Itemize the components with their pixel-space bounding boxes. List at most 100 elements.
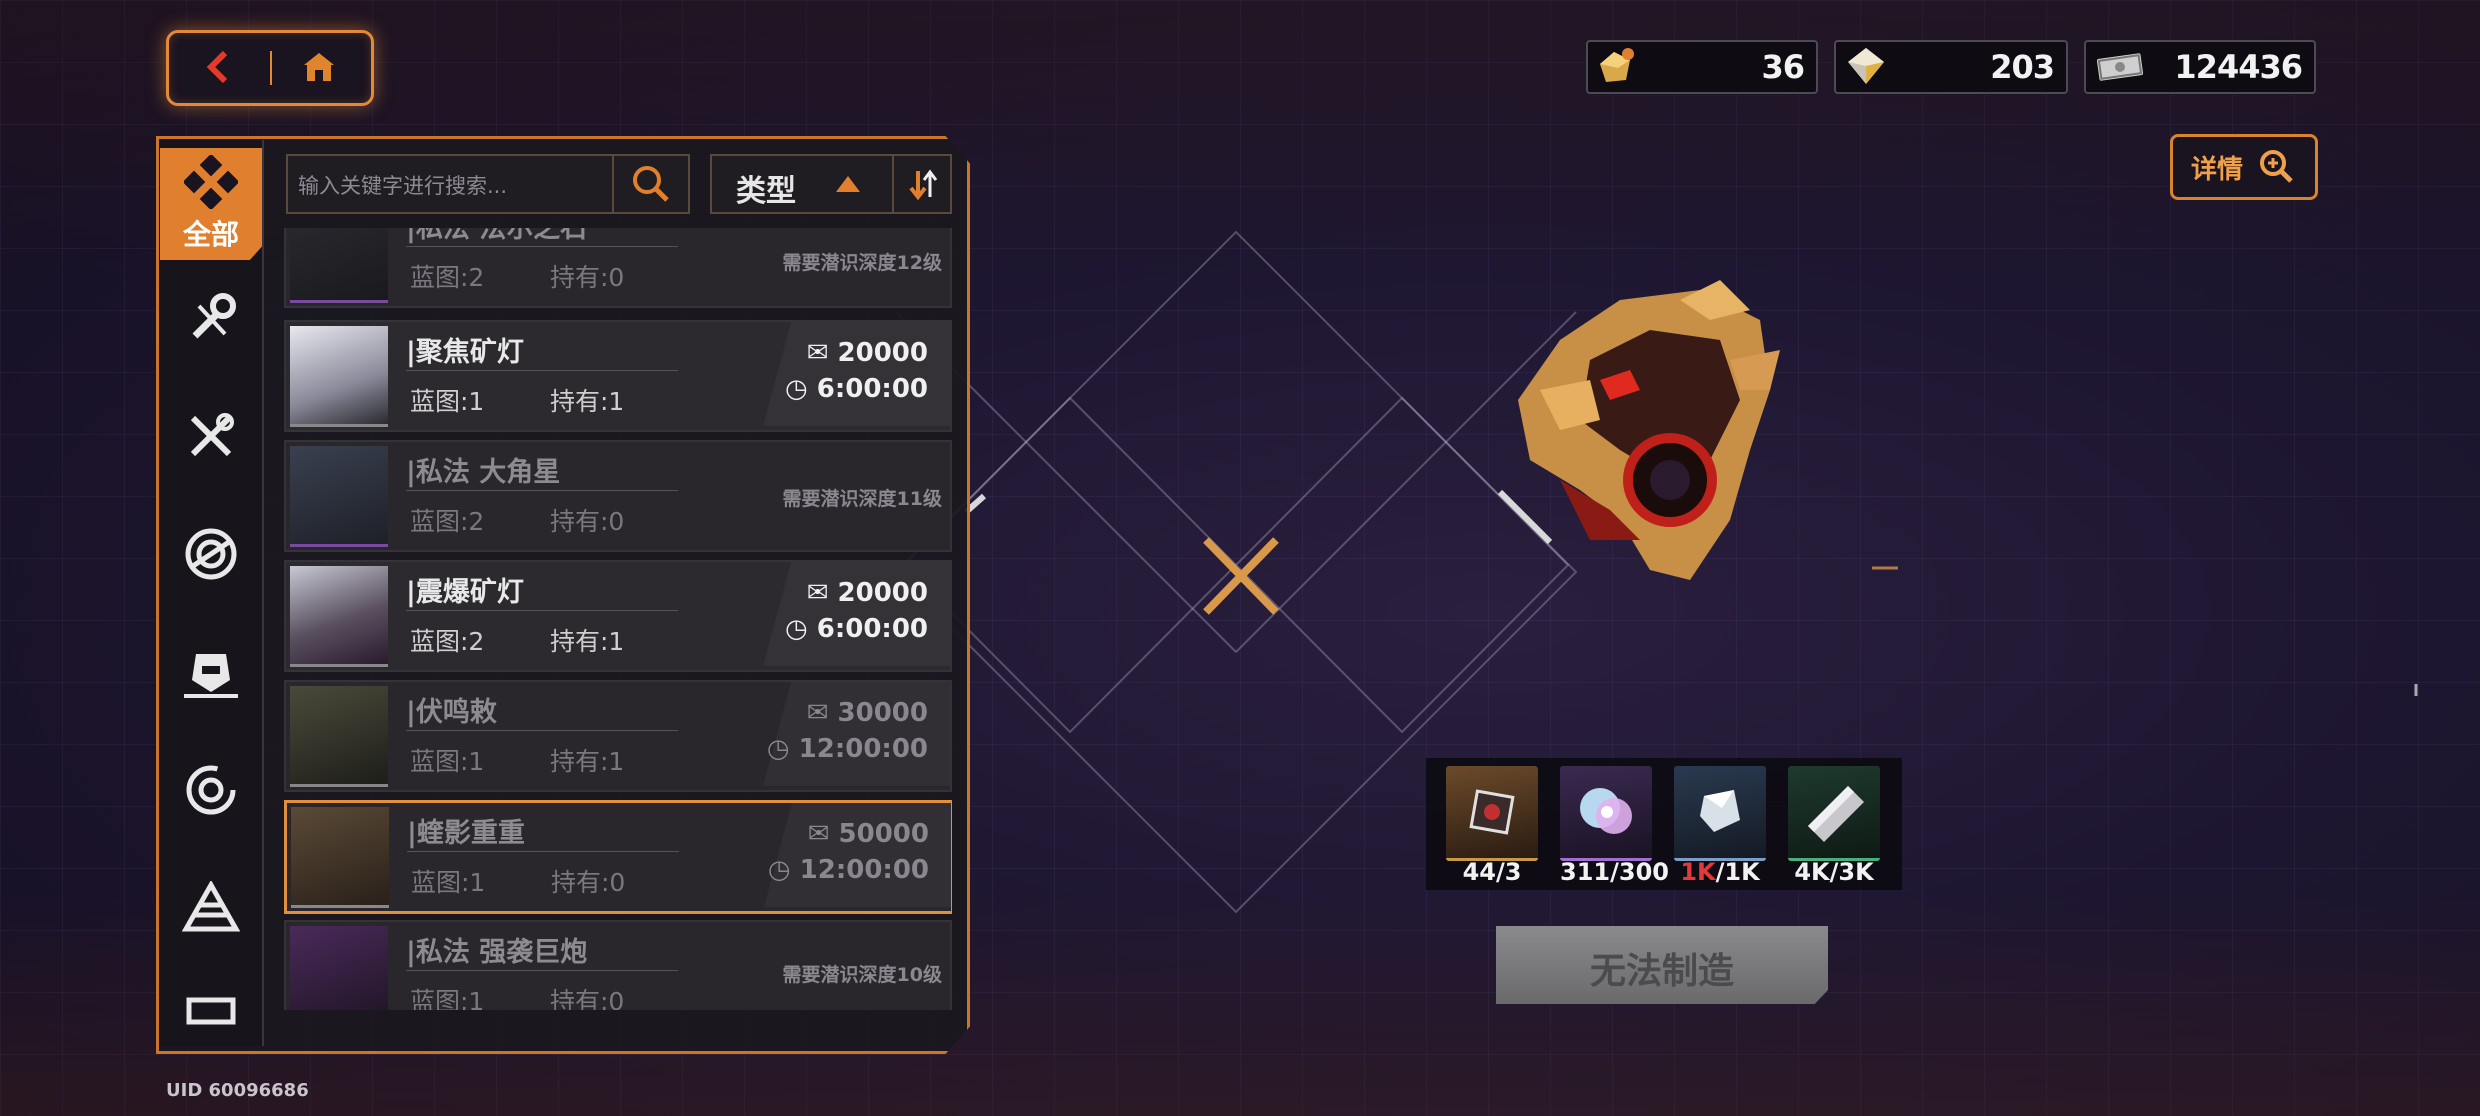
- back-button[interactable]: [189, 45, 249, 89]
- item-blueprint-count: 蓝图:1: [410, 387, 485, 416]
- search-button[interactable]: [612, 156, 688, 212]
- wrench-icon: [192, 293, 236, 339]
- item-blueprint-count: 蓝图:1: [411, 868, 486, 897]
- category-helmet[interactable]: [160, 622, 262, 722]
- item-owned-count: 持有:1: [550, 627, 625, 656]
- item-thumbnail: [290, 566, 388, 667]
- item-thumbnail: [291, 807, 389, 908]
- material-count: 311/300: [1560, 858, 1669, 886]
- spiral-icon: [186, 765, 236, 815]
- item-cost: ✉ 20000: [806, 578, 928, 608]
- details-label: 详情: [2191, 155, 2244, 185]
- currency-crystal[interactable]: 203: [1834, 40, 2068, 94]
- type-filter-dropdown[interactable]: 类型: [710, 154, 952, 214]
- craft-button-label: 无法制造: [1589, 951, 1734, 992]
- material-slot[interactable]: 4K/3K: [1788, 766, 1880, 886]
- home-icon: [304, 53, 334, 81]
- material-disc-icon: [1560, 766, 1652, 861]
- weapon-preview-image: [1518, 280, 1780, 580]
- material-slot[interactable]: 1K/1K: [1674, 766, 1766, 886]
- category-all-label: 全部: [182, 218, 239, 251]
- category-hazard[interactable]: [160, 858, 262, 958]
- item-owned-count: 持有:1: [550, 747, 625, 776]
- item-owned-count: 持有:1: [550, 387, 625, 416]
- sort-button[interactable]: [892, 156, 952, 212]
- material-count: 44/3: [1462, 858, 1522, 886]
- category-all[interactable]: 全部: [160, 148, 262, 260]
- currency-banknote[interactable]: 124436: [2084, 40, 2316, 94]
- currency-gem-badge[interactable]: 36: [1586, 40, 1818, 94]
- helmet-icon: [184, 654, 238, 698]
- item-name: |伏鸣敕: [406, 697, 497, 728]
- item-requirement: 需要潜识深度11级: [782, 488, 942, 510]
- materials-panel: 44/3 311/300 1K/1K 4K/3K: [1426, 758, 1902, 890]
- item-cost: ✉ 20000: [806, 338, 928, 368]
- item-cost: ✉ 50000: [807, 819, 929, 849]
- material-chip-icon: [1446, 766, 1538, 861]
- list-item[interactable]: |私法 法尔之石 蓝图:2 持有:0 需要潜识深度12级: [284, 228, 952, 308]
- search-input[interactable]: 输入关键字进行搜索...: [298, 170, 507, 200]
- item-name: |私法 法尔之石: [406, 228, 588, 244]
- zoom-in-icon: [2260, 150, 2293, 183]
- search-field[interactable]: 输入关键字进行搜索...: [286, 154, 690, 214]
- material-sheet-icon: [1788, 766, 1880, 861]
- item-owned-count: 持有:0: [550, 987, 625, 1010]
- item-name: |私法 大角星: [406, 457, 561, 488]
- material-slot[interactable]: 44/3: [1446, 766, 1538, 886]
- item-name: |聚焦矿灯: [406, 337, 524, 368]
- item-owned-count: 持有:0: [551, 868, 626, 897]
- item-craft-time: ◷ 12:00:00: [766, 734, 928, 764]
- item-blueprint-count: 蓝图:2: [410, 507, 485, 536]
- sort-arrows-icon: [909, 169, 938, 201]
- banknote-icon: ✉: [806, 698, 838, 728]
- type-filter-label: 类型: [736, 174, 796, 209]
- category-wrench[interactable]: [160, 268, 262, 368]
- category-box[interactable]: [160, 976, 262, 1046]
- list-item[interactable]: |震爆矿灯 蓝图:2 持有:1 ✉ 20000 ◷ 6:00:00: [284, 560, 952, 672]
- home-button[interactable]: [289, 45, 349, 89]
- banknote-icon: ✉: [806, 578, 838, 608]
- item-craft-time: ◷ 6:00:00: [785, 374, 928, 404]
- item-craft-time: ◷ 6:00:00: [785, 614, 928, 644]
- item-craft-time: ◷ 12:00:00: [767, 855, 929, 885]
- blueprint-list[interactable]: |私法 法尔之石 蓝图:2 持有:0 需要潜识深度12级 |聚焦矿灯 蓝图:1 …: [282, 228, 952, 1010]
- category-spiral[interactable]: [160, 740, 262, 840]
- list-item[interactable]: |私法 大角星 蓝图:2 持有:0 需要潜识深度11级: [284, 440, 952, 552]
- item-thumbnail: [290, 326, 388, 427]
- category-tools[interactable]: [160, 386, 262, 486]
- craft-button[interactable]: 无法制造: [1496, 926, 1828, 1004]
- tools-cross-icon: [190, 413, 234, 457]
- box-icon: [186, 997, 236, 1025]
- material-count: 4K/3K: [1794, 858, 1874, 886]
- item-thumbnail: [290, 686, 388, 787]
- item-blueprint-count: 蓝图:1: [410, 747, 485, 776]
- crystal-icon: [1848, 48, 1884, 84]
- currency-value: 124436: [2174, 48, 2303, 86]
- user-id: UID 60096686: [166, 1080, 309, 1101]
- search-icon: [633, 166, 669, 202]
- item-name: |蝰影重重: [407, 818, 525, 849]
- nav-button-group: [166, 30, 374, 106]
- material-slot[interactable]: 311/300: [1560, 766, 1669, 886]
- banknote-icon: ✉: [806, 338, 838, 368]
- item-blueprint-count: 蓝图:2: [410, 263, 485, 292]
- triangle-up-icon: [836, 176, 860, 192]
- gem-badge-icon: [1600, 48, 1634, 82]
- category-target[interactable]: [160, 504, 262, 604]
- details-button[interactable]: 详情: [2170, 134, 2318, 200]
- all-icon: [184, 155, 238, 209]
- item-thumbnail: [290, 926, 388, 1010]
- item-owned-count: 持有:0: [550, 263, 625, 292]
- banknote-icon: ✉: [807, 819, 839, 849]
- list-item[interactable]: |私法 强袭巨炮 蓝图:1 持有:0 需要潜识深度10级: [284, 920, 952, 1010]
- category-sidebar: 全部: [160, 140, 264, 1046]
- list-item[interactable]: |聚焦矿灯 蓝图:1 持有:1 ✉ 20000 ◷ 6:00:00: [284, 320, 952, 432]
- item-blueprint-count: 蓝图:2: [410, 627, 485, 656]
- material-crystal-icon: [1674, 766, 1766, 861]
- list-item[interactable]: |伏鸣敕 蓝图:1 持有:1 ✉ 30000 ◷ 12:00:00: [284, 680, 952, 792]
- list-item-selected[interactable]: |蝰影重重 蓝图:1 持有:0 ✉ 50000 ◷ 12:00:00: [284, 800, 952, 914]
- nav-divider: [270, 51, 272, 85]
- material-count: 1K/1K: [1680, 858, 1760, 886]
- item-name: |震爆矿灯: [406, 577, 524, 608]
- item-requirement: 需要潜识深度12级: [782, 252, 942, 274]
